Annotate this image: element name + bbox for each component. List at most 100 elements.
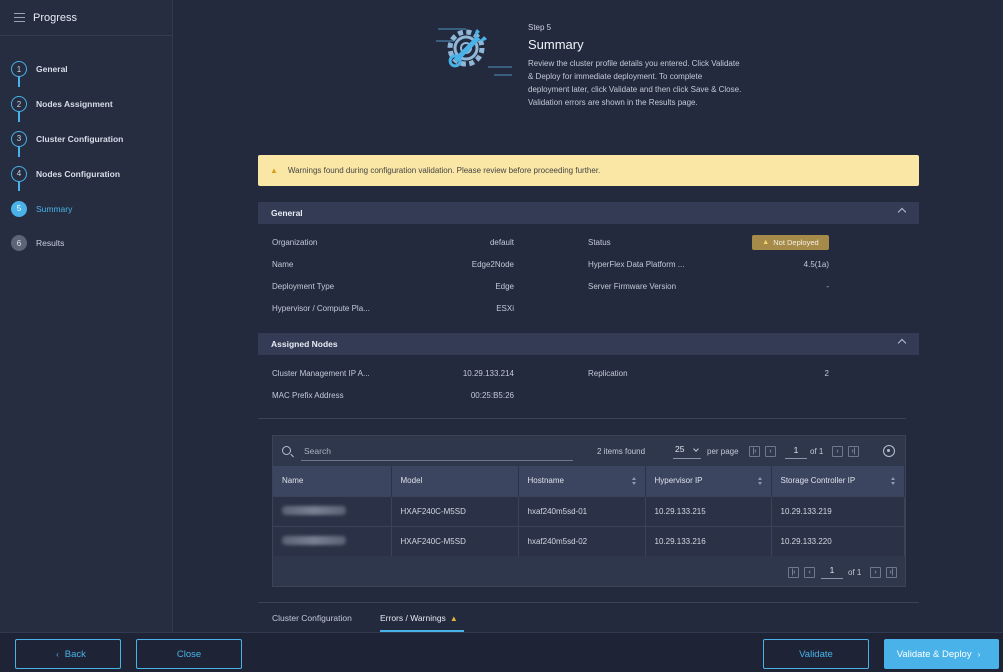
warning-icon: ▲ — [762, 239, 770, 246]
hypervisor-value: ESXi — [496, 304, 514, 313]
validate-deploy-label: Validate & Deploy — [896, 648, 972, 660]
menu-icon[interactable] — [14, 13, 25, 22]
general-section-header[interactable]: General — [258, 202, 919, 224]
page-number-input[interactable]: 1 — [821, 565, 843, 579]
hx-platform-value: 4.5(1a) — [803, 260, 829, 269]
validation-warning-banner: ▲ Warnings found during configuration va… — [258, 155, 919, 186]
warning-text: Warnings found during configuration vali… — [287, 166, 601, 175]
tab-errors-warnings[interactable]: Errors / Warnings ▲ — [380, 613, 458, 623]
gear-wrench-icon — [436, 28, 512, 76]
validate-deploy-button[interactable]: Validate & Deploy › — [884, 639, 999, 669]
field-label: Organization — [272, 238, 318, 247]
nodes-table: Name Model Hostname Hypervisor IP Storag… — [273, 466, 905, 556]
main-content: Step 5 Summary Review the cluster profil… — [174, 0, 1003, 632]
step-label: Nodes Assignment — [36, 99, 113, 110]
page-title: Summary — [528, 37, 584, 52]
field-label: MAC Prefix Address — [272, 391, 344, 400]
step-number: 4 — [11, 165, 27, 182]
search-icon — [282, 446, 291, 455]
model-cell: HXAF240C-M5SD — [391, 495, 519, 526]
storage-controller-ip-cell: 10.29.133.219 — [771, 495, 905, 526]
prev-page-button[interactable]: ‹ — [804, 567, 815, 578]
field-label: Hypervisor / Compute Pla... — [272, 304, 370, 313]
sidebar-header: Progress — [0, 0, 172, 36]
close-button[interactable]: Close — [136, 639, 242, 669]
step-number-label: Step 5 — [528, 23, 552, 32]
storage-controller-ip-cell: 10.29.133.220 — [771, 525, 905, 556]
field-label: Server Firmware Version — [588, 282, 677, 291]
sidebar-title: Progress — [33, 11, 78, 24]
step-number: 5 — [11, 200, 27, 217]
redacted-name — [282, 535, 346, 545]
chevron-up-icon[interactable] — [897, 207, 907, 217]
section-title: Assigned Nodes — [271, 339, 338, 349]
validate-label: Validate — [799, 648, 833, 660]
page-number-input[interactable]: 1 — [785, 445, 807, 459]
column-header-storage-controller-ip[interactable]: Storage Controller IP — [771, 466, 905, 496]
per-page-value: 25 — [675, 444, 685, 454]
redacted-name — [282, 505, 346, 515]
step-summary[interactable]: 5 Summary — [11, 191, 123, 226]
step-number: 6 — [11, 235, 27, 252]
step-cluster-configuration[interactable]: 3 Cluster Configuration — [11, 122, 123, 157]
per-page-label: per page — [707, 447, 739, 456]
first-page-button[interactable]: |‹ — [788, 567, 799, 578]
tab-cluster-configuration[interactable]: Cluster Configuration — [272, 613, 352, 623]
column-header-model[interactable]: Model — [391, 466, 519, 496]
field-label: Name — [272, 260, 294, 269]
validate-button[interactable]: Validate — [763, 639, 869, 669]
page-of-label: of 1 — [810, 447, 824, 456]
mac-prefix-value: 00:25:B5:26 — [470, 391, 514, 400]
sort-icon[interactable] — [891, 477, 896, 485]
table-row[interactable]: HXAF240C-M5SD hxaf240m5sd-02 10.29.133.2… — [273, 525, 905, 556]
column-header-hostname[interactable]: Hostname — [518, 466, 646, 496]
last-page-button[interactable]: ›| — [848, 446, 859, 457]
step-general[interactable]: 1 General — [11, 52, 123, 87]
hypervisor-ip-cell: 10.29.133.215 — [645, 495, 772, 526]
step-nodes-configuration[interactable]: 4 Nodes Configuration — [11, 156, 123, 192]
firmware-value: - — [826, 282, 829, 291]
next-page-button[interactable]: › — [832, 446, 843, 457]
close-label: Close — [176, 648, 202, 660]
hostname-cell: hxaf240m5sd-02 — [518, 525, 646, 556]
next-page-button[interactable]: › — [870, 567, 881, 578]
hypervisor-ip-cell: 10.29.133.216 — [645, 525, 772, 556]
settings-gear-icon[interactable] — [883, 445, 895, 457]
chevron-up-icon[interactable] — [897, 338, 907, 348]
step-label: Summary — [36, 203, 73, 214]
section-title: General — [271, 208, 303, 218]
assigned-nodes-section-header[interactable]: Assigned Nodes — [258, 333, 919, 355]
column-header-hypervisor-ip[interactable]: Hypervisor IP — [645, 466, 772, 496]
step-results[interactable]: 6 Results — [11, 226, 123, 261]
step-label: Nodes Configuration — [36, 168, 121, 179]
status-text: Not Deployed — [773, 238, 819, 247]
step-label: General — [36, 64, 68, 75]
back-button[interactable]: ‹ Back — [15, 639, 121, 669]
warning-icon: ▲ — [270, 166, 278, 175]
last-page-button[interactable]: ›| — [886, 567, 897, 578]
prev-page-button[interactable]: ‹ — [765, 446, 776, 457]
sort-icon[interactable] — [631, 477, 637, 485]
chevron-down-icon — [693, 446, 699, 452]
footer-bar: ‹ Back Close Validate Validate & Deploy › — [0, 632, 1003, 672]
column-header-name[interactable]: Name — [273, 466, 392, 496]
table-toolbar: 2 items found 25 per page |‹ ‹ 1 of 1 › … — [273, 436, 905, 466]
sort-icon[interactable] — [757, 477, 763, 485]
back-label: Back — [64, 648, 86, 660]
node-name-cell — [273, 495, 392, 526]
table-row[interactable]: HXAF240C-M5SD hxaf240m5sd-01 10.29.133.2… — [273, 495, 905, 526]
field-label: Deployment Type — [272, 282, 335, 291]
model-cell: HXAF240C-M5SD — [391, 525, 519, 556]
replication-value: 2 — [824, 369, 829, 378]
per-page-select[interactable]: 25 — [673, 444, 701, 459]
step-nodes-assignment[interactable]: 2 Nodes Assignment — [11, 87, 123, 122]
step-label: Cluster Configuration — [36, 133, 124, 144]
first-page-button[interactable]: |‹ — [749, 446, 760, 457]
chevron-right-icon: › — [977, 649, 981, 659]
field-label: Cluster Management IP A... — [272, 369, 370, 378]
page-description: Review the cluster profile details you e… — [528, 59, 742, 107]
page-of-label: of 1 — [848, 568, 862, 577]
search-input[interactable] — [301, 442, 573, 461]
step-number: 3 — [11, 130, 27, 147]
chevron-left-icon: ‹ — [56, 649, 59, 659]
